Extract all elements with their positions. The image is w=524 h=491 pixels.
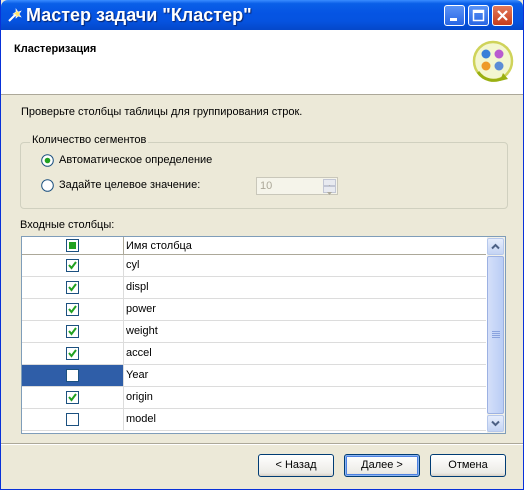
row-checkbox[interactable] (66, 303, 79, 316)
target-radio[interactable] (41, 179, 54, 192)
next-button[interactable]: Далее > (344, 454, 420, 477)
table-row[interactable]: model (22, 409, 486, 431)
table-row[interactable]: accel (22, 343, 486, 365)
checkbox-cell (22, 365, 124, 386)
columns-grid: Имя столбца cyl displ power weight accel… (21, 236, 506, 434)
target-radio-label[interactable]: Задайте целевое значение: (59, 179, 200, 191)
spin-down-icon (327, 192, 332, 195)
checkbox-cell (22, 277, 124, 298)
row-checkbox[interactable] (66, 413, 79, 426)
page-title: Кластеризация (14, 43, 97, 55)
chevron-up-icon (491, 243, 500, 250)
minimize-icon (450, 18, 457, 21)
column-name: power (126, 303, 156, 315)
back-button[interactable]: < Назад (258, 454, 334, 477)
clustering-wizard-icon (470, 38, 516, 88)
spin-up-button[interactable] (323, 179, 336, 188)
maximize-button[interactable] (468, 5, 489, 26)
vertical-scrollbar[interactable] (487, 237, 505, 433)
scroll-down-button[interactable] (487, 415, 504, 432)
scroll-up-button[interactable] (487, 238, 504, 255)
auto-radio[interactable] (41, 154, 54, 167)
checkbox-cell (22, 321, 124, 342)
checkbox-cell (22, 255, 124, 276)
checkbox-cell (22, 299, 124, 320)
footer-divider (1, 443, 523, 445)
table-row[interactable]: displ (22, 277, 486, 299)
scroll-thumb[interactable] (487, 256, 504, 414)
minimize-button[interactable] (444, 5, 465, 26)
row-checkbox[interactable] (66, 259, 79, 272)
checkbox-cell (22, 343, 124, 364)
column-name: origin (126, 391, 153, 403)
column-name-header[interactable]: Имя столбца (126, 240, 192, 252)
select-all-checkbox[interactable] (66, 239, 79, 252)
segments-group-label: Количество сегментов (30, 134, 149, 146)
checkbox-cell (22, 387, 124, 408)
close-button[interactable] (492, 5, 513, 26)
table-row[interactable]: power (22, 299, 486, 321)
row-checkbox[interactable] (66, 391, 79, 404)
wand-icon (7, 7, 23, 23)
wizard-header: Кластеризация (1, 30, 523, 95)
auto-radio-label[interactable]: Автоматическое определение (59, 154, 212, 166)
column-name: weight (126, 325, 158, 337)
instruction-text: Проверьте столбцы таблицы для группирова… (21, 106, 303, 118)
table-row[interactable]: weight (22, 321, 486, 343)
column-name: accel (126, 347, 152, 359)
target-value-spinner[interactable]: 10 (256, 177, 338, 195)
column-name: cyl (126, 259, 140, 271)
row-checkbox[interactable] (66, 347, 79, 360)
grid-header-row: Имя столбца (22, 237, 486, 255)
close-icon (497, 10, 508, 21)
chevron-down-icon (491, 420, 500, 427)
title-bar[interactable]: Мастер задачи "Кластер" (1, 0, 523, 30)
table-row[interactable]: cyl (22, 255, 486, 277)
segments-groupbox (20, 142, 508, 209)
cancel-button[interactable]: Отмена (430, 454, 506, 477)
wizard-window: Мастер задачи "Кластер" Кластеризация Пр… (0, 0, 524, 490)
window-title: Мастер задачи "Кластер" (26, 5, 252, 25)
row-checkbox[interactable] (66, 325, 79, 338)
select-all-cell (22, 237, 124, 254)
target-value: 10 (260, 180, 273, 192)
row-checkbox[interactable] (66, 281, 79, 294)
table-row-selected[interactable]: Year (22, 365, 486, 387)
table-row[interactable]: origin (22, 387, 486, 409)
checkbox-cell (22, 409, 124, 430)
column-name: model (126, 413, 156, 425)
spin-down-button[interactable] (323, 186, 336, 195)
maximize-icon (472, 9, 485, 22)
input-columns-label: Входные столбцы: (20, 219, 115, 231)
column-name: displ (126, 281, 149, 293)
column-name: Year (126, 369, 149, 381)
row-checkbox[interactable] (66, 369, 79, 382)
